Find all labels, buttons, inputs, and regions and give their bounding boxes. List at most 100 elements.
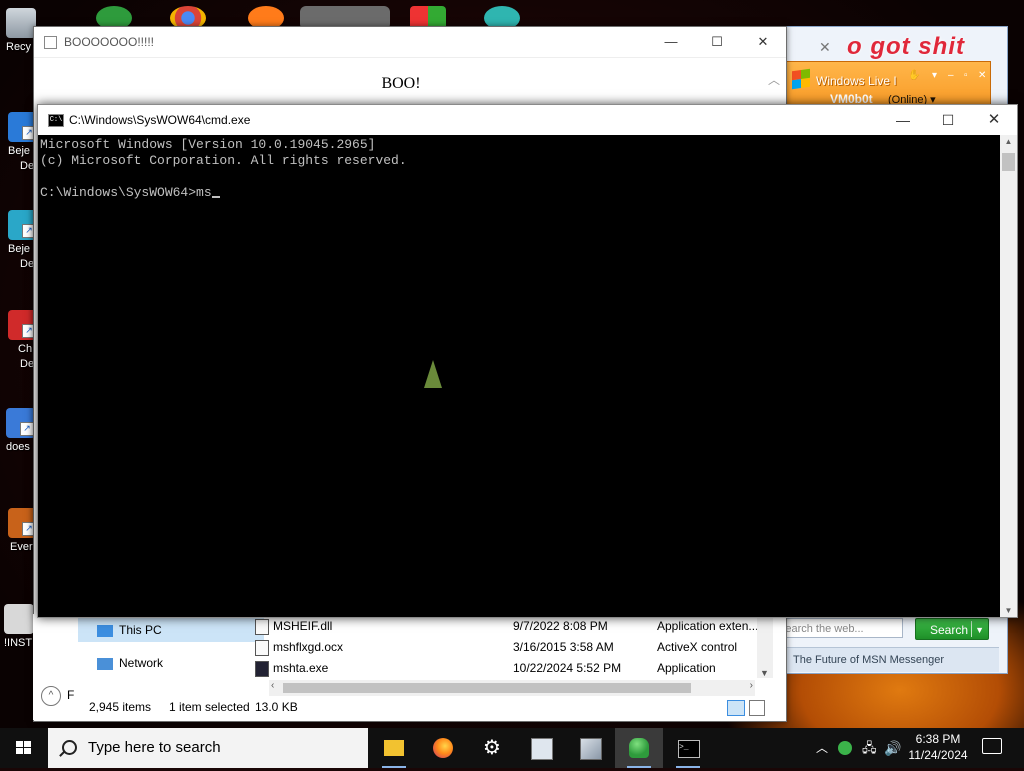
close-button[interactable]: ✕ xyxy=(971,105,1017,135)
file-name: mshflxgd.ocx xyxy=(273,640,344,654)
console-line: Microsoft Windows [Version 10.0.19045.29… xyxy=(40,137,376,152)
details-view-icon[interactable] xyxy=(727,700,745,716)
maximize-icon[interactable]: ▫ xyxy=(964,70,968,81)
msn-footer-link[interactable]: The Future of MSN Messenger xyxy=(779,647,999,672)
desktop: Recy ↗ Beje De ↗ Beje De ↗ Ch De ↗ does … xyxy=(0,0,1024,728)
minimize-button[interactable]: — xyxy=(648,27,694,57)
firefox-icon xyxy=(433,738,453,758)
taskbar-app-command-prompt[interactable]: >_ xyxy=(664,728,712,768)
msn-tray-icon[interactable] xyxy=(838,728,852,768)
cmd-vertical-scrollbar[interactable]: ▲ ▼ xyxy=(1000,135,1017,617)
scrollbar-thumb[interactable] xyxy=(1002,153,1015,171)
boo-message: BOO! xyxy=(381,75,421,92)
msn-messenger-icon xyxy=(629,738,649,758)
chevron-down-icon[interactable]: ▼ xyxy=(975,619,984,641)
window-icon xyxy=(44,36,57,49)
console-line: (c) Microsoft Corporation. All rights re… xyxy=(40,153,407,168)
file-name: MSHEIF.dll xyxy=(273,619,333,633)
nav-item-network[interactable]: Network xyxy=(97,651,163,675)
console-output[interactable]: Microsoft Windows [Version 10.0.19045.29… xyxy=(40,137,998,615)
file-date: 10/22/2024 5:52 PM xyxy=(513,661,622,675)
start-button[interactable] xyxy=(0,728,48,768)
network-icon xyxy=(97,657,113,670)
command-prompt-icon: >_ xyxy=(678,740,700,758)
text-cursor xyxy=(211,196,220,198)
windows-flag-icon xyxy=(792,68,810,90)
app-window-icon xyxy=(531,738,553,760)
console-prompt-line[interactable]: C:\Windows\SysWOW64>ms xyxy=(40,185,998,201)
console-prompt: C:\Windows\SysWOW64>ms xyxy=(40,185,212,200)
scroll-up-icon[interactable]: ︿ xyxy=(768,71,780,88)
msn-menu-icon[interactable]: ▾ xyxy=(932,70,937,81)
msn-search-button[interactable]: Search ▼ xyxy=(915,618,989,640)
taskbar-app-file-explorer[interactable] xyxy=(370,728,418,768)
msn-search-label: Search xyxy=(930,623,969,637)
clock-date: 11/24/2024 xyxy=(908,748,968,762)
ocx-file-icon xyxy=(255,640,269,656)
shortcut-arrow-icon: ↗ xyxy=(20,422,34,436)
network-icon[interactable]: 🖧 xyxy=(862,728,877,768)
command-prompt-icon: C:\ xyxy=(48,114,64,127)
msn-web-search-input[interactable]: Search the web... xyxy=(773,618,903,638)
notification-center-icon[interactable] xyxy=(982,738,1002,754)
file-explorer-window[interactable]: F ^ This PC Network MSHEIF.dll 9/7/2022 … xyxy=(33,614,773,720)
taskbar-app-image[interactable] xyxy=(566,728,614,768)
cmd-titlebar[interactable]: C:\ C:\Windows\SysWOW64\cmd.exe — ☐ ✕ xyxy=(38,105,1017,135)
cmd-window[interactable]: C:\ C:\Windows\SysWOW64\cmd.exe — ☐ ✕ Mi… xyxy=(37,104,1018,618)
install-icon xyxy=(4,604,34,634)
show-hidden-icons-chevron-icon[interactable]: ︿ xyxy=(816,728,828,768)
taskbar-search-placeholder: Type here to search xyxy=(88,739,221,756)
divider xyxy=(971,621,972,637)
taskbar-clock[interactable]: 6:38 PM 11/24/2024 xyxy=(900,731,976,763)
windows-logo-icon xyxy=(16,741,32,755)
taskbar-app-msn-messenger[interactable] xyxy=(615,728,663,768)
file-date: 3/16/2015 3:58 AM xyxy=(513,640,614,654)
msn-banner: o got shit xyxy=(847,33,965,60)
scroll-down-icon[interactable]: ▼ xyxy=(760,668,769,678)
close-icon[interactable]: ✕ xyxy=(978,70,986,81)
scroll-right-icon[interactable]: › xyxy=(750,680,753,691)
boo-titlebar[interactable]: BOOOOOOO!!!!! — ☐ ✕ xyxy=(34,27,786,58)
status-selected: 1 item selected xyxy=(169,700,250,714)
close-button[interactable]: ✕ xyxy=(740,27,786,57)
left-pane-letter: F xyxy=(67,688,75,702)
taskbar-app-settings[interactable]: ⚙ xyxy=(468,728,516,768)
file-type: ActiveX control xyxy=(657,640,738,654)
image-viewer-icon xyxy=(580,738,602,760)
taskbar-app-window[interactable] xyxy=(517,728,565,768)
nav-label: This PC xyxy=(119,623,162,637)
nav-item-this-pc[interactable]: This PC xyxy=(97,618,162,642)
status-size: 13.0 KB xyxy=(255,700,298,714)
scroll-up-icon[interactable]: ▲ xyxy=(1000,137,1017,146)
dll-file-icon xyxy=(255,619,269,635)
file-type: Application exten... xyxy=(657,619,759,633)
vertical-scrollbar[interactable]: ▼ xyxy=(757,614,773,678)
minimize-button[interactable]: — xyxy=(880,105,926,135)
exe-file-icon xyxy=(255,661,269,677)
cmd-window-title: C:\Windows\SysWOW64\cmd.exe xyxy=(69,113,251,127)
horizontal-scrollbar[interactable]: ‹ › xyxy=(269,680,755,696)
msn-pin-icon[interactable]: ✋ xyxy=(908,70,920,81)
msn-title: Windows Live I xyxy=(816,74,897,88)
scrollbar-thumb[interactable] xyxy=(283,683,691,693)
file-type: Application xyxy=(657,661,716,675)
nav-label: Network xyxy=(119,656,164,670)
scroll-down-icon[interactable]: ▼ xyxy=(1000,606,1017,615)
taskbar-search-box[interactable]: Type here to search xyxy=(48,728,368,768)
close-icon[interactable]: ✕ xyxy=(819,39,831,56)
clock-time: 6:38 PM xyxy=(915,732,961,746)
maximize-button[interactable]: ☐ xyxy=(925,105,971,135)
large-icons-view-icon[interactable] xyxy=(749,700,765,716)
file-date: 9/7/2022 8:08 PM xyxy=(513,619,608,633)
chevron-up-icon[interactable]: ^ xyxy=(41,686,61,706)
scroll-left-icon[interactable]: ‹ xyxy=(271,680,274,691)
search-icon xyxy=(62,740,77,755)
maximize-button[interactable]: ☐ xyxy=(694,27,740,57)
taskbar-app-firefox[interactable] xyxy=(419,728,467,768)
recycle-bin-icon xyxy=(6,8,36,38)
settings-gear-icon: ⚙ xyxy=(483,737,501,759)
volume-icon[interactable]: 🔊 xyxy=(884,728,901,768)
minimize-icon[interactable]: – xyxy=(948,70,954,81)
boo-window-title: BOOOOOOO!!!!! xyxy=(64,35,155,49)
